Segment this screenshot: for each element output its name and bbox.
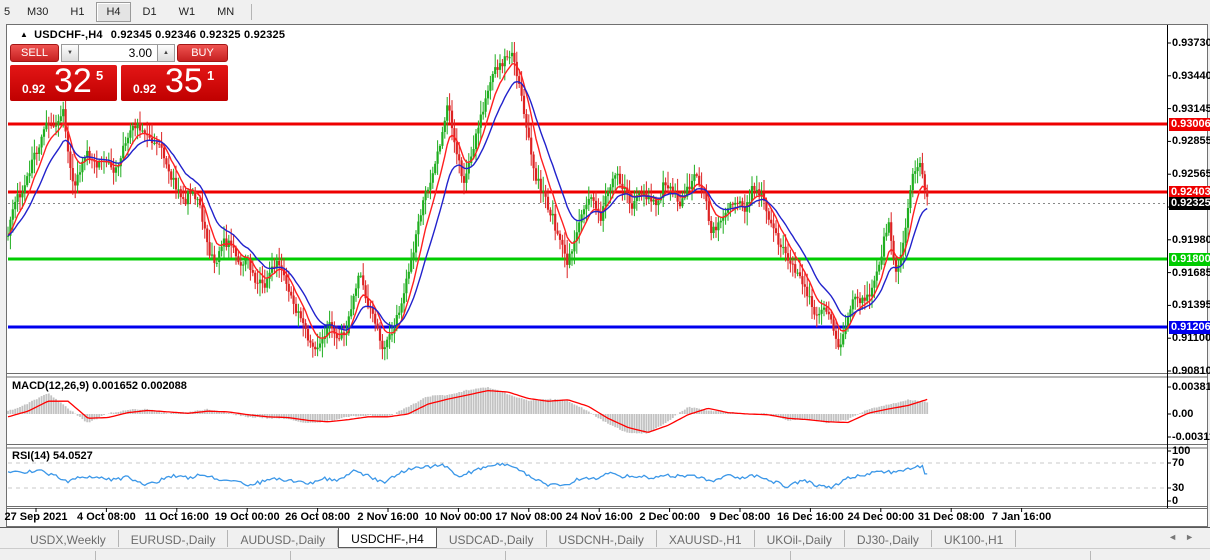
date-axis-label: 4 Oct 08:00: [77, 511, 136, 523]
statusbar-separator: [505, 551, 506, 560]
chart-tab-uk100-h1[interactable]: UK100-,H1: [932, 530, 1017, 547]
chart-tab-strip: USDX,Weekly EURUSD-,Daily AUDUSD-,Daily USD…: [0, 527, 1210, 548]
price-axis-tick: 0.93730: [1172, 37, 1210, 49]
sell-button[interactable]: SELL: [10, 44, 59, 62]
price-axis-tick: 0.91980: [1172, 233, 1210, 246]
volume-decrease-button[interactable]: ▼: [61, 44, 79, 62]
buy-price-big: 35: [165, 62, 203, 100]
chart-tab-usdcad-daily[interactable]: USDCAD-,Daily: [437, 530, 547, 547]
current-price-badge: 0.92325: [1169, 197, 1210, 210]
price-level-badge: 0.91206: [1169, 321, 1210, 334]
chart-tab-xauusd-h1[interactable]: XAUUSD-,H1: [657, 530, 755, 547]
buy-price-frac: 0.92: [133, 82, 157, 96]
date-axis-label: 24 Dec 00:00: [847, 511, 915, 523]
timeframe-button-h1[interactable]: H1: [60, 2, 94, 22]
macd-axis-tick: 0.00: [1172, 408, 1194, 420]
price-axis-tick: 0.92565: [1172, 168, 1210, 181]
timeframe-button-w1[interactable]: W1: [169, 2, 206, 22]
date-axis-label: 16 Dec 16:00: [777, 511, 844, 523]
price-level-badge: 0.93006: [1169, 118, 1210, 131]
date-axis-label: 7 Jan 16:00: [991, 511, 1052, 523]
timeframe-button-mn[interactable]: MN: [207, 2, 244, 22]
chart-tab-ukoil-daily[interactable]: UKOil-,Daily: [755, 530, 845, 547]
tab-scroll-arrows[interactable]: ◄►: [1168, 532, 1202, 542]
statusbar-separator: [95, 551, 96, 560]
mt4-application: 5 M30 H1 H4 D1 W1 MN ▲ USDCHF-,H4 0.92345 0.923…: [0, 0, 1210, 560]
date-axis-label: 19 Oct 00:00: [214, 511, 280, 523]
price-level-badge: 0.91800: [1169, 253, 1210, 266]
buy-button[interactable]: BUY: [177, 44, 228, 62]
buy-price-sup: 1: [207, 68, 215, 83]
price-axis-tick: 0.92855: [1172, 135, 1210, 148]
sell-price-big: 32: [54, 62, 92, 100]
chart-tab-usdchf-h4[interactable]: USDCHF-,H4: [338, 527, 437, 548]
rsi-axis-tick: 30: [1172, 482, 1185, 494]
statusbar-separator: [290, 551, 291, 560]
chart-tab-audusd-daily[interactable]: AUDUSD-,Daily: [228, 530, 339, 547]
macd-axis-tick: -0.003115: [1172, 431, 1210, 443]
chart-title: ▲ USDCHF-,H4 0.92345 0.92346 0.92325 0.923…: [20, 29, 285, 41]
rsi-axis-tick: 70: [1172, 457, 1185, 469]
statusbar-separator: [790, 551, 791, 560]
chart-ohlc-quotes: 0.92345 0.92346 0.92325 0.92325: [110, 29, 286, 41]
chart-tab-usdcnh-daily[interactable]: USDCNH-,Daily: [547, 530, 657, 547]
date-axis-label: 27 Sep 2021: [4, 511, 68, 523]
chart-tab-usdx-weekly[interactable]: USDX,Weekly: [18, 530, 119, 547]
toolbar-separator: [251, 4, 253, 20]
sell-price-sup: 5: [96, 68, 104, 83]
chart-tab-dj30-daily[interactable]: DJ30-,Daily: [845, 530, 932, 547]
sell-price-display[interactable]: 0.92 32 5: [10, 62, 117, 101]
date-axis-label: 26 Oct 08:00: [285, 511, 351, 523]
macd-indicator-label: MACD(12,26,9) 0.001652 0.002088: [12, 380, 187, 392]
date-axis-label: 31 Dec 08:00: [917, 511, 985, 523]
price-axis-tick: 0.90810: [1172, 365, 1210, 377]
volume-input[interactable]: 3.00: [79, 44, 157, 62]
volume-increase-button[interactable]: ▲: [157, 44, 175, 62]
macd-axis-tick: 0.003811: [1172, 381, 1210, 393]
status-bar: [0, 548, 1210, 560]
chart-symbol-label: USDCHF-,H4: [34, 29, 103, 41]
timeframe-toolbar: 5 M30 H1 H4 D1 W1 MN: [0, 0, 1210, 24]
timeframe-button-m15-partial[interactable]: 5: [1, 2, 15, 22]
price-axis-tick: 0.93145: [1172, 102, 1210, 115]
date-axis-label: 11 Oct 16:00: [144, 511, 209, 523]
date-axis-label: 2 Nov 16:00: [357, 511, 419, 523]
tab-scroll-right-icon[interactable]: ►: [1185, 532, 1202, 542]
price-axis-tick: 0.91685: [1172, 266, 1210, 279]
one-click-trading-panel: SELL ▼ 3.00 ▲ BUY 0.92 32 5 0.92 35 1: [10, 44, 228, 101]
collapse-panel-icon[interactable]: ▲: [20, 30, 28, 39]
tab-scroll-left-icon[interactable]: ◄: [1168, 532, 1185, 542]
date-axis-label: 17 Nov 08:00: [495, 511, 563, 523]
statusbar-separator: [1090, 551, 1091, 560]
date-axis-label: 2 Dec 00:00: [639, 511, 700, 523]
chart-tab-eurusd-daily[interactable]: EURUSD-,Daily: [119, 530, 229, 547]
rsi-indicator-label: RSI(14) 54.0527: [12, 450, 93, 462]
date-axis-label: 9 Dec 08:00: [709, 511, 771, 523]
timeframe-button-m30[interactable]: M30: [17, 2, 58, 22]
date-axis-label: 24 Nov 16:00: [565, 511, 633, 523]
buy-price-display[interactable]: 0.92 35 1: [121, 62, 228, 101]
rsi-axis-tick: 0: [1172, 495, 1179, 507]
date-axis-label: 10 Nov 00:00: [424, 511, 493, 523]
timeframe-button-d1[interactable]: D1: [133, 2, 167, 22]
rsi-axis-tick: 100: [1172, 445, 1191, 457]
timeframe-button-h4[interactable]: H4: [96, 2, 131, 22]
price-axis-tick: 0.91395: [1172, 299, 1210, 312]
price-axis-tick: 0.93440: [1172, 69, 1210, 82]
sell-price-frac: 0.92: [22, 82, 46, 96]
